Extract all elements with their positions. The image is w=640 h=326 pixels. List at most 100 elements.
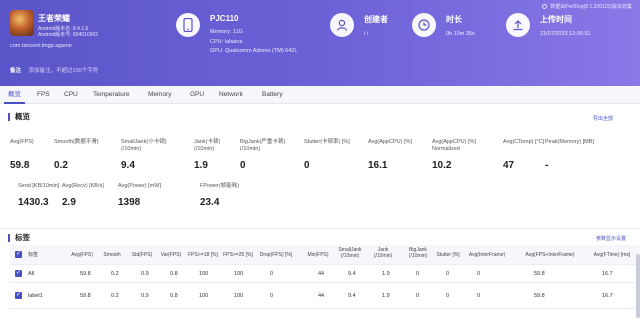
metric-label: Avg(FPS) [10,139,34,146]
tab-gpu[interactable]: GPU [190,86,204,104]
game-package: com.tencent.tmgp.sgame [10,43,72,49]
column-header[interactable]: Avg(FPS+InterFrame) [522,252,578,258]
metric-value: 1.9 [194,160,208,171]
table-cell: 59.8 [534,293,545,299]
table-cell: 0 [416,271,420,277]
column-header[interactable]: Avg(FPS) [68,252,96,258]
table-cell: 0.9 [141,293,149,299]
metric-value: 1430.3 [18,197,49,208]
row-label: label1 [28,293,43,299]
metric-value: 0 [240,160,246,171]
metric-value: 1398 [118,197,141,208]
column-header[interactable]: Std(FPS) [129,252,155,258]
game-version-code: Android版本号: 804010602 [38,32,99,38]
column-header[interactable]: Min(FPS) [306,252,330,258]
metric-label: Avg(Power) [mW] [118,183,161,190]
metric-value: 0 [304,160,310,171]
clock-icon [412,13,436,37]
row-label: All [28,271,35,277]
metric-label: Smooth(数据平滑) [54,139,99,146]
metric-label-line: Avg(Power) [mW] [118,183,161,189]
table-cell: 0 [270,293,274,299]
column-header[interactable]: SmallJank (/10min) [336,247,364,259]
metric-value: 9.4 [121,160,135,171]
version-notice-text: 数据由PerfDog(8.1.230120)版本收集 [550,4,632,10]
column-header[interactable]: Avg(FTime) [ms] [590,252,634,258]
tab-cpu[interactable]: CPU [64,86,78,104]
tab-battery[interactable]: Battery [262,86,283,104]
table-cell: 100 [234,271,244,277]
metric-value: - [545,160,549,171]
table-cell: 0 [270,271,274,277]
tab-bar: 概览 FPS CPU Temperature Memory GPU Networ… [0,86,640,104]
tab-network[interactable]: Network [219,86,243,104]
column-header[interactable]: Avg(InterFrame) [465,252,509,258]
metric-value: 2.9 [62,197,76,208]
metric-label: BigJank(严重卡顿) (/10min) [240,139,285,152]
column-header[interactable]: Smooth [99,252,125,258]
metric-label-line: Normalized [432,145,460,152]
creator-label: 创建者 [364,15,388,24]
table-cell: 16.7 [602,293,613,299]
table-cell: 1.9 [382,293,390,299]
note-input[interactable]: 添加备注，不超过100个字符 [29,68,99,74]
table-cell: 0.2 [111,293,119,299]
metric-label: Jank(卡顿) (/10min) [194,139,220,152]
table-cell: 100 [234,293,244,299]
table-cell: 16.7 [602,271,613,277]
table-scrollbar[interactable] [636,254,640,318]
table-cell: 0 [446,293,450,299]
table-row[interactable] [10,265,640,283]
labels-title: 标签 [8,234,30,242]
upload-value: 21/07/2023 12:06:51 [540,31,591,37]
row-checkbox[interactable]: ✓ [15,292,22,299]
metric-value: 47 [503,160,515,171]
table-cell: 0.8 [170,271,178,277]
table-cell: 44 [318,293,325,299]
tab-memory[interactable]: Memory [148,86,171,104]
tab-temperature[interactable]: Temperature [93,86,130,104]
metric-value: 16.1 [368,160,388,171]
user-icon [330,13,354,37]
export-all-link[interactable]: 导出全部 [593,115,613,122]
metric-label: SmallJank(小卡顿) (/10min) [121,139,167,152]
metric-label: Avg(CTemp) [°C] [503,139,544,146]
table-cell: 0 [416,293,420,299]
metric-label: Avg(Recv) [KB/s] [62,183,104,190]
section-divider [0,228,640,229]
metric-label-line: BigJank(严重卡顿) [240,139,286,145]
column-header[interactable]: FPS>=25 [%] [222,252,254,258]
column-settings-link[interactable]: 参数显示设置 [596,235,626,242]
metric-label-line: SmallJank(小卡顿) [121,139,167,145]
metric-label-line: FPower(帧能耗) [200,183,240,189]
note-bar[interactable]: 备注 添加备注，不超过100个字符 [0,64,640,78]
row-checkbox[interactable]: ✓ [15,270,22,277]
table-cell: 0.2 [111,271,119,277]
tab-fps[interactable]: FPS [37,86,50,104]
column-header[interactable]: 标签 [28,252,54,258]
column-header[interactable]: Var(FPS) [158,252,184,258]
overview-title: 概览 [8,113,30,121]
metric-label-line: Avg(FPS) [10,139,34,145]
device-memory: Memory: 11G [210,29,243,35]
metric-label: Stutter(卡顿率) [%] [304,139,350,146]
column-header[interactable]: FPS>=18 [%] [187,252,219,258]
column-header[interactable]: Jank (/10min) [370,247,396,259]
metric-label: Avg(AppCPU) [%] Normalized [432,139,476,152]
column-header[interactable]: BigJank (/10min) [404,247,432,259]
tab-overview[interactable]: 概览 [4,86,25,104]
metric-label-line: (/10min) [194,145,215,152]
table-cell: 59.8 [534,271,545,277]
table-cell: 0 [477,293,481,299]
metric-label-line: Avg(Recv) [KB/s] [62,183,104,189]
column-header[interactable]: Drop(FPS) [%] [258,252,294,258]
report-header: 数据由PerfDog(8.1.230120)版本收集 王者荣耀 Android版… [0,0,640,86]
select-all-checkbox[interactable]: ✓ [15,251,22,258]
metric-label-line: (/10min) [240,145,261,152]
metric-label: FPower(帧能耗) [200,183,239,190]
column-header[interactable]: Stutter [%] [434,252,462,258]
table-row[interactable] [10,283,640,309]
upload-icon [506,13,530,37]
table-cell: 44 [318,271,325,277]
table-cell: 100 [199,293,209,299]
